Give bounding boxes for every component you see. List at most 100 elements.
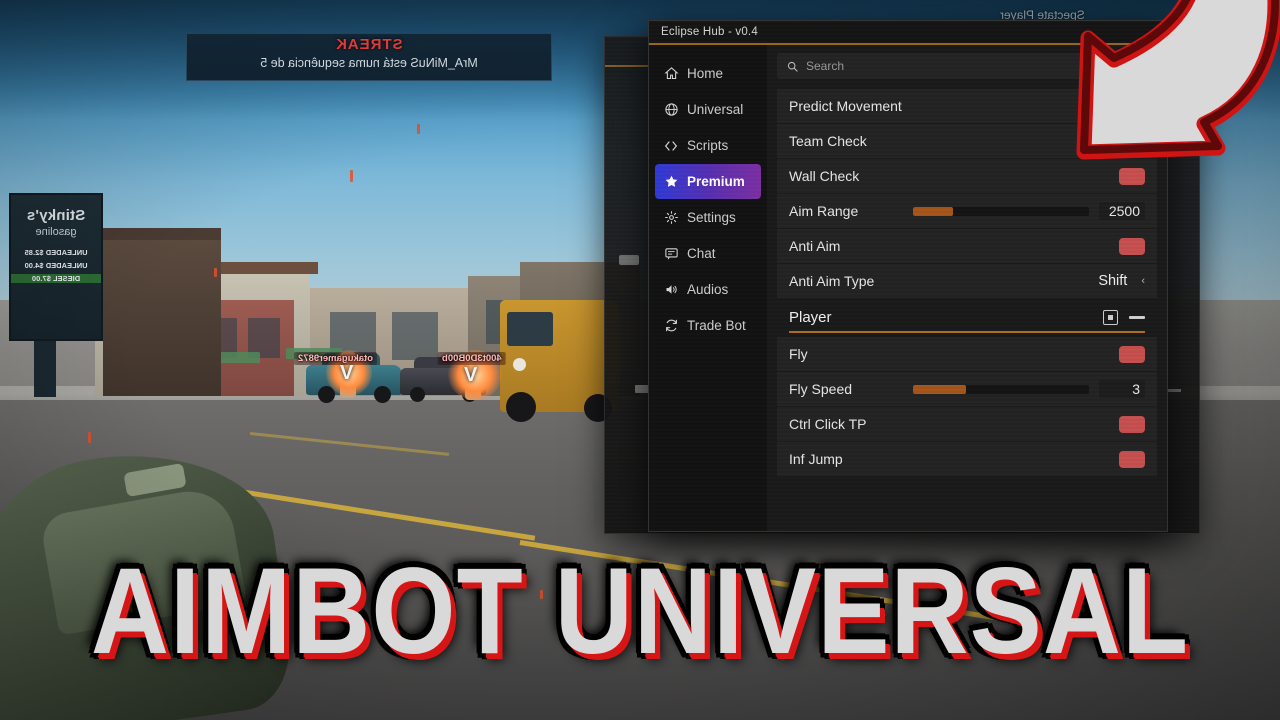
sidebar-item-settings[interactable]: Settings (655, 200, 761, 235)
sidebar-item-audios[interactable]: Audios (655, 272, 761, 307)
ember (88, 432, 91, 443)
anti-aim-type-value[interactable]: Shift (1098, 273, 1127, 289)
sidebar-item-label: Trade Bot (687, 318, 746, 333)
sidebar-item-label: Scripts (687, 138, 729, 153)
sidebar-item-trade-bot[interactable]: Trade Bot (655, 308, 761, 343)
slider-fill (913, 384, 966, 394)
row-control (1119, 415, 1145, 433)
table-row[interactable]: Fly Speed 3 (777, 372, 1157, 407)
chat-icon (663, 246, 679, 262)
sidebar-item-chat[interactable]: Chat (655, 236, 761, 271)
eclipse-hub-window[interactable]: Eclipse Hub - v0.4 Home Universal Script… (648, 20, 1168, 532)
table-row[interactable]: Aim Range 2500 (777, 194, 1157, 229)
gas-sign-post (34, 335, 56, 397)
row-control (1119, 167, 1145, 185)
search-bar[interactable] (777, 53, 1157, 79)
sidebar-item-label: Audios (687, 282, 729, 297)
row-label: Inf Jump (789, 451, 843, 467)
gas-price: UNLEADED $4.00 (24, 261, 88, 270)
ctrl-click-tp-toggle[interactable] (1119, 415, 1145, 433)
section-title: Player (789, 309, 832, 326)
sidebar-item-premium[interactable]: Premium (655, 164, 761, 199)
code-icon (663, 138, 679, 154)
settings-list: Predict Movement Team Check Wall Check A… (767, 83, 1167, 531)
gas-price: UNLEADED $2.85 (24, 248, 88, 257)
star-icon (663, 174, 679, 190)
row-label: Ctrl Click TP (789, 416, 867, 432)
screenshot-root: Stinky's gasoline UNLEADED $2.85 UNLEADE… (0, 0, 1280, 720)
table-row[interactable]: Anti Aim (777, 229, 1157, 264)
window-body: Home Universal Scripts Premium Settings … (649, 45, 1167, 531)
aim-range-slider[interactable] (913, 206, 1089, 216)
table-row[interactable]: Team Check (777, 124, 1157, 159)
page-title-text: AIMBOT UNIVERSAL (90, 543, 1190, 681)
background-panel-chip (619, 255, 639, 265)
table-row[interactable]: Inf Jump (777, 442, 1157, 477)
killstreak-title: STREAK (335, 36, 403, 53)
row-label: Team Check (789, 133, 867, 149)
sidebar-item-home[interactable]: Home (655, 56, 761, 91)
gas-sign-sub: gasoline (35, 226, 77, 238)
row-label: Fly Speed (789, 381, 853, 397)
gas-sign-name: Stinky's (26, 207, 86, 224)
search-input[interactable] (806, 59, 1148, 73)
player-section-header: Player (789, 309, 1145, 333)
fly-speed-slider[interactable] (913, 384, 1089, 394)
window-titlebar[interactable]: Eclipse Hub - v0.4 (649, 21, 1167, 45)
fly-speed-value: 3 (1099, 380, 1145, 398)
aim-range-value: 2500 (1099, 202, 1145, 220)
row-control (1119, 237, 1145, 255)
table-row[interactable]: Anti Aim Type Shift ‹ (777, 264, 1157, 299)
anti-aim-toggle[interactable] (1119, 237, 1145, 255)
sidebar-item-label: Premium (687, 174, 745, 189)
slider-fill (913, 206, 954, 216)
gas-price: DIESEL $7.00 (11, 274, 101, 283)
refresh-icon (663, 318, 679, 334)
table-row[interactable]: Wall Check (777, 159, 1157, 194)
gas-station-sign: Stinky's gasoline UNLEADED $2.85 UNLEADE… (9, 193, 103, 341)
bus-headlight (513, 358, 526, 371)
page-title: AIMBOT UNIVERSAL (0, 542, 1280, 682)
ember (350, 170, 353, 182)
speaker-icon (663, 282, 679, 298)
wheel (374, 386, 391, 403)
sidebar-item-label: Chat (687, 246, 716, 261)
sidebar: Home Universal Scripts Premium Settings … (649, 45, 767, 531)
row-label: Fly (789, 346, 808, 362)
row-control: 3 (913, 380, 1145, 398)
killstreak-banner: STREAK MrA_MiNuS está numa sequência de … (186, 33, 552, 81)
row-control (1119, 345, 1145, 363)
fly-toggle[interactable] (1119, 345, 1145, 363)
gas-building (103, 240, 221, 396)
inf-jump-toggle[interactable] (1119, 450, 1145, 468)
row-control: Shift ‹ (1098, 273, 1145, 289)
killstreak-subtitle: MrA_MiNuS está numa sequência de 5 (260, 56, 478, 70)
minimize-icon[interactable] (1129, 316, 1145, 319)
gas-price-list: UNLEADED $2.85 UNLEADED $4.00 DIESEL $7.… (11, 248, 101, 283)
table-row[interactable]: Fly (777, 337, 1157, 372)
table-row[interactable]: Ctrl Click TP (777, 407, 1157, 442)
wall-check-toggle[interactable] (1119, 167, 1145, 185)
wheel (506, 392, 536, 422)
section-tools (1103, 310, 1145, 325)
row-label: Anti Aim Type (789, 273, 875, 289)
target-marker-icon: V (464, 364, 478, 386)
row-label: Anti Aim (789, 238, 841, 254)
globe-icon (663, 102, 679, 118)
chevron-left-icon[interactable]: ‹ (1141, 275, 1145, 287)
table-row[interactable]: Predict Movement (777, 89, 1157, 124)
pin-icon[interactable] (1103, 310, 1118, 325)
content-pane: Predict Movement Team Check Wall Check (767, 45, 1167, 531)
home-icon (663, 66, 679, 82)
bus-window (507, 312, 553, 346)
sidebar-item-scripts[interactable]: Scripts (655, 128, 761, 163)
search-icon (786, 60, 799, 73)
row-control (1119, 450, 1145, 468)
row-label: Aim Range (789, 203, 859, 219)
gear-icon (663, 210, 679, 226)
sidebar-item-label: Home (687, 66, 724, 81)
sidebar-item-label: Settings (687, 210, 736, 225)
player-nametag: otakugamer9872 (294, 352, 377, 365)
window (392, 312, 438, 360)
sidebar-item-universal[interactable]: Universal (655, 92, 761, 127)
